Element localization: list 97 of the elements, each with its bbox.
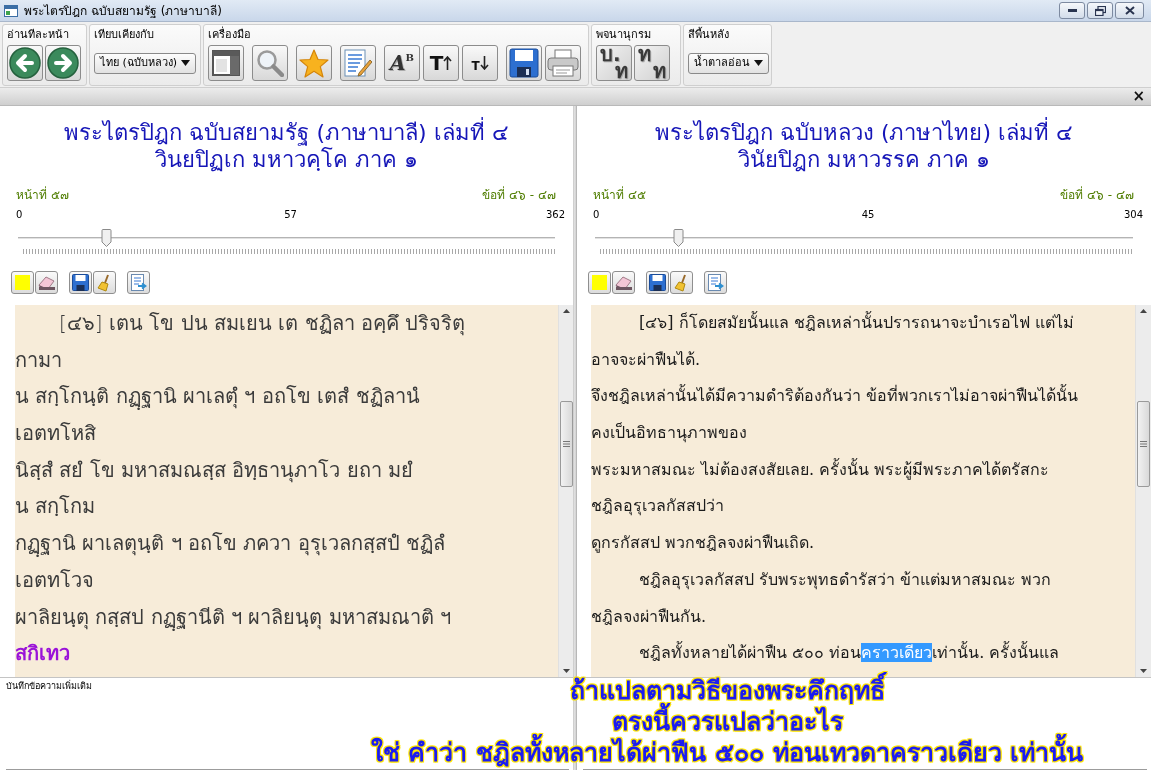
group-label: อ่านทีละหน้า — [7, 27, 69, 42]
text-line: กามา — [15, 346, 62, 374]
background-select[interactable]: น้ำตาลอ่อน — [688, 52, 769, 74]
group-label: เทียบเคียงกับ — [94, 27, 154, 42]
scroll-up-icon[interactable] — [562, 309, 570, 313]
text-line: [๔๖] ก็โดยสมัยนั้นแล ชฎิลเหล่านั้นปรารถนาจะบำเรอไฟ แต่ไม่ — [639, 310, 1074, 334]
notes-label: บันทึกข้อความเพิ่มเติม — [6, 681, 93, 692]
text-line: ชฎิลจงผ่าฟืนกัน. — [591, 605, 707, 628]
eraser-button[interactable] — [35, 271, 58, 294]
next-page-button[interactable] — [45, 45, 81, 81]
highlight-color-button[interactable] — [588, 271, 611, 294]
printer-icon — [547, 49, 579, 77]
grip-icon — [562, 441, 570, 447]
scroll-thumb[interactable] — [559, 401, 573, 487]
eraser-button[interactable] — [612, 271, 635, 294]
search-button[interactable] — [252, 45, 288, 81]
pane-title: พระไตรปิฎก ฉบับหลวง (ภาษาไทย) เล่มที่ ๔ — [654, 119, 1074, 146]
text-line: สกิเทว — [15, 640, 70, 668]
text-size-down-button[interactable]: T — [462, 45, 498, 81]
text-line: เอตทโวจ — [15, 566, 94, 594]
highlight-color-button[interactable] — [11, 271, 34, 294]
restore-button[interactable] — [1087, 2, 1113, 19]
page-number-label: หน้าที่ ๕๗ — [16, 188, 69, 202]
slider-min-label: 0 — [16, 209, 23, 221]
scroll-down-icon[interactable] — [562, 669, 570, 673]
item-range-label: ข้อที่ ๔๖ - ๔๗ — [482, 188, 556, 202]
minimize-button[interactable] — [1059, 2, 1085, 19]
edition-select[interactable]: ไทย (ฉบับหลวง) — [94, 52, 197, 74]
notepad-pencil-icon — [344, 49, 372, 77]
text-line: นิสฺสํ สยํ โข มหาสมณสฺส อิทฺธานุภาโว ยถา มยํ — [15, 456, 414, 485]
item-range-label: ข้อที่ ๔๖ - ๔๗ — [1060, 188, 1134, 202]
group-label: สีพื้นหลัง — [688, 27, 729, 42]
scroll-up-icon[interactable] — [1140, 309, 1147, 313]
dictionary-button[interactable]: ท ท — [634, 45, 670, 81]
text-line: คงเป็นอิทธานุภาพของ — [591, 421, 747, 445]
star-icon — [299, 48, 329, 78]
slider-value-label: 57 — [284, 209, 297, 221]
color-swatch-icon — [592, 275, 607, 290]
text-line: เอตทโหสิ — [15, 420, 96, 448]
page-number-label: หน้าที่ ๔๕ — [593, 188, 646, 202]
broom-icon — [97, 273, 112, 292]
slider-value-label: 45 — [861, 209, 875, 221]
text-line: น สกฺโกม — [15, 493, 96, 521]
search-icon — [256, 49, 284, 77]
slider-thumb[interactable] — [100, 229, 112, 247]
pane-title: วินัยปิฎก มหาวรรค ภาค ๑ — [738, 146, 990, 173]
note-button[interactable] — [340, 45, 376, 81]
app-icon — [4, 4, 18, 17]
export-button[interactable] — [127, 271, 150, 294]
broom-icon — [674, 273, 689, 292]
scrollbar[interactable] — [558, 305, 573, 677]
eraser-icon — [38, 275, 55, 290]
minimize-icon — [1067, 9, 1077, 12]
slider-max-label: 362 — [545, 209, 565, 221]
scroll-thumb[interactable] — [1137, 401, 1150, 487]
close-pane-button[interactable]: × — [1132, 89, 1145, 104]
text-line: ชฎิลทั้งหลายได้ผ่าฟืน ๕๐๐ ท่อนคราวเดียวเท่านั้น. ครั้งนั้นแล — [639, 640, 1060, 665]
text-line: น สกฺโกนฺติ กฏฺฐานิ ผาเลตุํ ฯ อถโข เตสํ ชฏิลานํ — [15, 383, 420, 412]
group-label: เครื่องมือ — [208, 27, 251, 42]
bookmark-button[interactable] — [296, 45, 332, 81]
text-line: ผาลิยนฺตุ กสฺสป กฏฺฐานีติ ฯ ผาลิยนฺตุ มหาสมณาติ ฯ — [15, 603, 452, 633]
scrollbar[interactable] — [1135, 305, 1151, 677]
down-arrow-icon — [479, 56, 489, 70]
text-line: ดูกรกัสสป พวกชฎิลจงผ่าฟืนเถิด. — [591, 532, 815, 555]
dropdown-caret-icon — [754, 60, 763, 66]
up-arrow-icon — [443, 56, 453, 70]
slider-min-label: 0 — [593, 209, 600, 221]
dropdown-caret-icon — [181, 60, 191, 66]
window-title: พระไตรปิฎก ฉบับสยามรัฐ (ภาษาบาลี) — [24, 3, 222, 18]
save-note-button[interactable] — [69, 271, 92, 294]
close-button[interactable] — [1115, 2, 1144, 19]
grip-icon — [1140, 441, 1147, 447]
window-layout-icon — [212, 50, 240, 76]
eraser-icon — [615, 275, 632, 290]
slider-max-label: 304 — [1123, 209, 1143, 221]
export-button[interactable] — [704, 271, 727, 294]
restore-icon — [1094, 5, 1106, 16]
close-icon — [1124, 6, 1135, 15]
text-size-up-button[interactable]: T — [423, 45, 459, 81]
pane-title: วินยปิฏเก มหาวคฺโค ภาค ๑ — [155, 146, 418, 173]
text-line: [๔๖] เตน โข ปน สมเยน เต ชฏิลา อคฺคึ ปริจริตุ — [59, 310, 466, 338]
text-line: กฏฺฐานิ ผาเลตุนฺติ ฯ อถโข ภควา อุรุเวลกสฺสปํ ชฏิลํ — [15, 530, 446, 559]
group-label: พจนานุกรม — [596, 27, 651, 42]
text-line: อาจจะผ่าฟืนได้. — [591, 348, 701, 371]
text-line: จึงชฎิลเหล่านั้นได้มีความดำริต้องกันว่า ข้อที่พวกเราไม่อาจผ่าฟืนได้นั้น — [591, 383, 1079, 408]
slider-thumb[interactable] — [673, 229, 684, 247]
scroll-down-icon[interactable] — [1140, 669, 1147, 673]
save-button[interactable] — [506, 45, 542, 81]
pane-title: พระไตรปิฎก ฉบับสยามรัฐ (ภาษาบาลี) เล่มที่ ๔ — [64, 119, 509, 146]
previous-page-button[interactable] — [7, 45, 43, 81]
text-line: ชฎิลอุรุเวลกัสสปว่า — [591, 495, 724, 518]
color-swatch-icon — [15, 275, 30, 290]
text-line: พระมหาสมณะ ไม่ต้องสงสัยเลย. ครั้งนั้น พระผู้มีพระภาคได้ตรัสกะ — [591, 457, 1050, 482]
save-note-button[interactable] — [646, 271, 669, 294]
layout-button[interactable] — [208, 45, 244, 81]
dictionary-button[interactable]: บ. ท — [596, 45, 632, 81]
text-line: ชฎิลอุรุเวลกัสสป รับพระพุทธดำรัสว่า ข้าแต่มหาสมณะ พวก — [639, 568, 1052, 592]
